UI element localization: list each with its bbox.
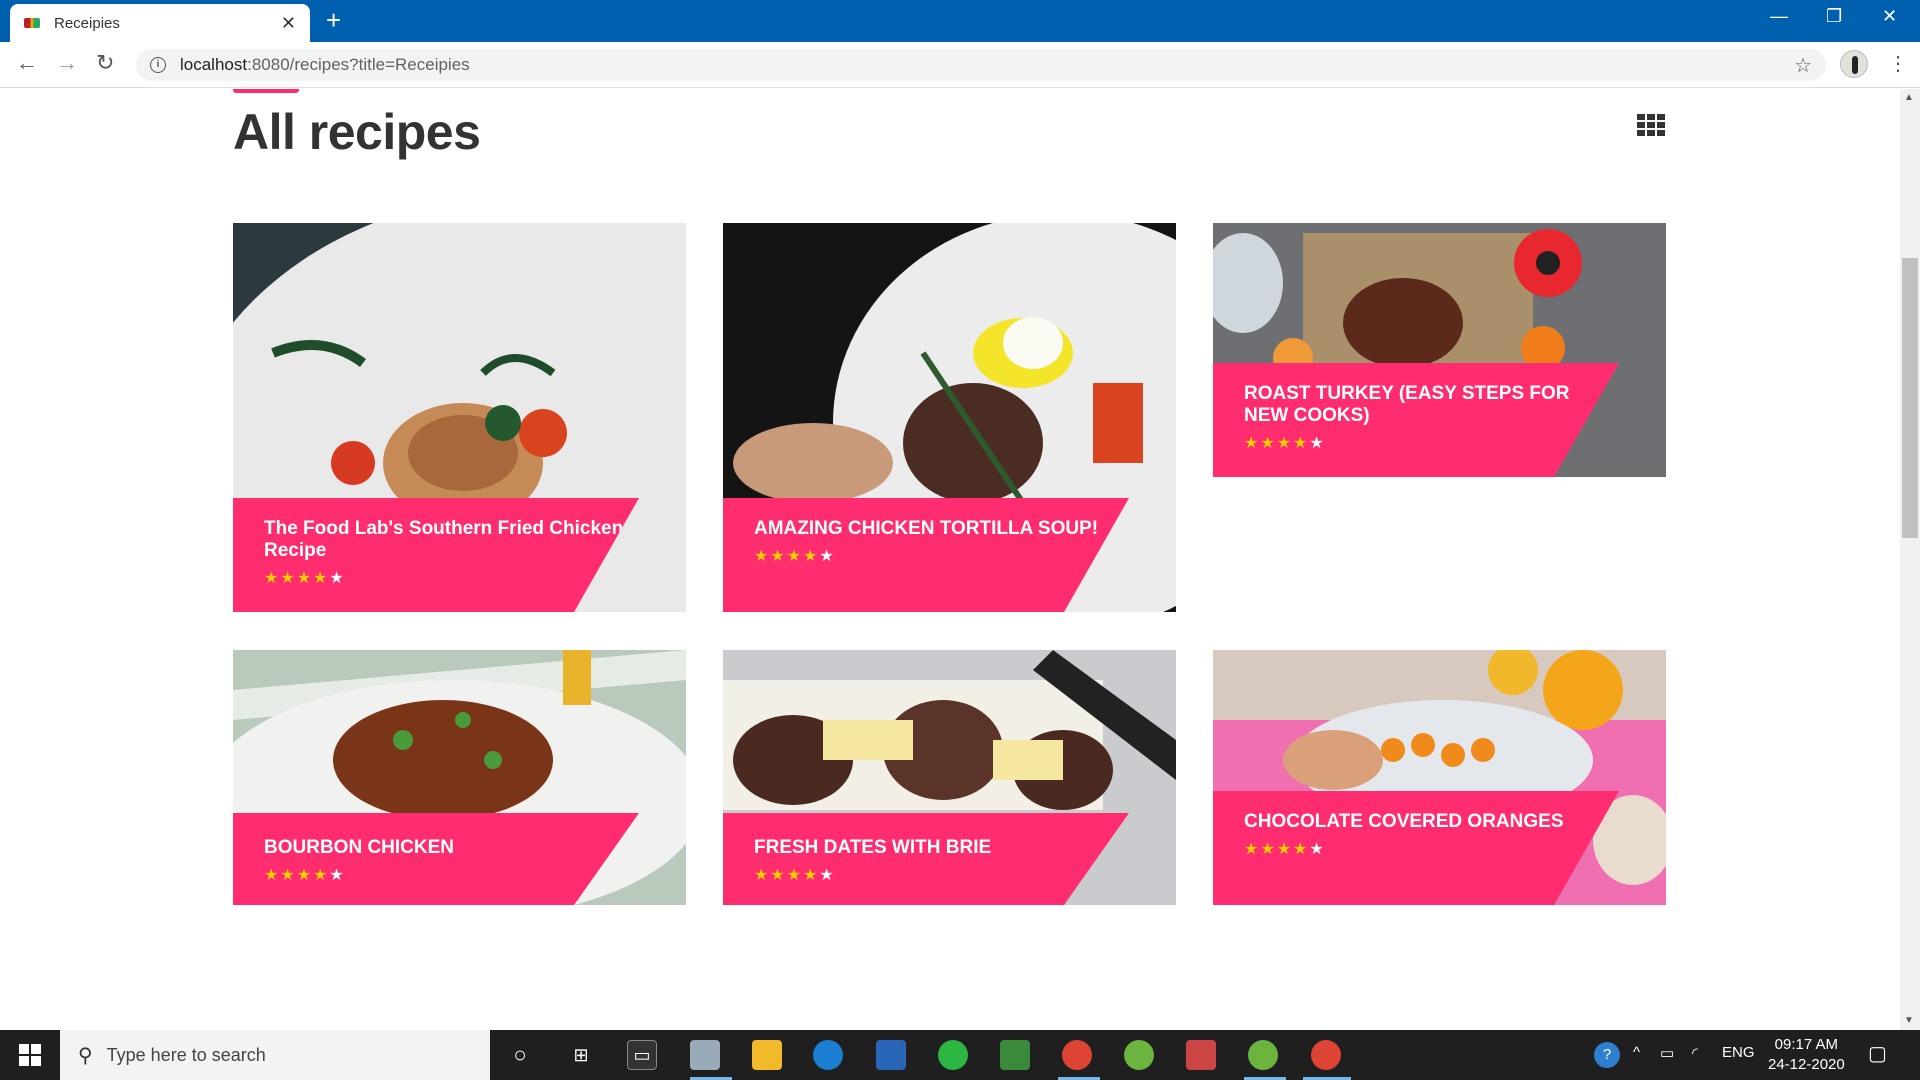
chrome-icon[interactable] [1311,1040,1341,1070]
recipe-title[interactable]: BOURBON CHICKEN [264,837,639,859]
browser-toolbar: ← → ↻ i localhost:8080/recipes?title=Rec… [0,42,1920,88]
browser-menu-icon[interactable]: ⋮ [1888,51,1908,76]
recipe-card[interactable]: The Food Lab's Southern Fried Chicken Re… [233,223,686,612]
recipe-rating: ★★★★★ [1244,841,1326,858]
recipe-rating: ★★★★★ [1244,435,1326,452]
recipe-title[interactable]: CHOCOLATE COVERED ORANGES [1244,811,1619,833]
search-icon: ⚲ [78,1044,93,1067]
whatsapp-icon[interactable] [938,1040,968,1070]
reload-button[interactable]: ↻ [96,50,114,76]
scroll-down-icon[interactable]: ▼ [1904,1015,1914,1026]
windows-logo-icon [19,1044,41,1066]
site-info-icon[interactable]: i [150,57,166,73]
recipe-banner: FRESH DATES WITH BRIE ★★★★★ [723,813,1129,905]
profile-avatar[interactable] [1840,50,1868,78]
close-window-button[interactable]: ✕ [1882,6,1897,27]
recipe-banner: CHOCOLATE COVERED ORANGES ★★★★★ [1213,791,1619,905]
tab-title: Receipies [54,14,120,32]
restore-button[interactable]: ❐ [1826,6,1842,27]
file-explorer-icon[interactable] [752,1040,782,1070]
terminal-icon[interactable]: ▭ [627,1040,657,1070]
close-tab-icon[interactable]: ✕ [281,13,296,34]
page-scrollbar[interactable] [1900,89,1920,1030]
bookmark-star-icon[interactable]: ☆ [1794,53,1812,78]
chrome-icon[interactable] [1062,1040,1092,1070]
browser-tab[interactable]: Receipies ✕ [10,4,310,42]
recipe-rating: ★★★★★ [754,867,836,884]
minimize-button[interactable]: — [1770,6,1788,27]
clock[interactable]: 09:17 AM 24-12-2020 [1768,1035,1845,1075]
edge-icon[interactable] [813,1040,843,1070]
page-title: All recipes [233,104,481,160]
grid-view-icon[interactable] [1637,114,1665,136]
recipe-banner: ROAST TURKEY (EASY STEPS FOR NEW COOKS) … [1213,363,1619,477]
store-icon[interactable] [876,1040,906,1070]
paint-icon[interactable] [1186,1040,1216,1070]
recipe-rating: ★★★★★ [264,570,346,587]
back-button[interactable]: ← [16,50,38,76]
forward-button[interactable]: → [56,50,78,76]
recipe-title[interactable]: ROAST TURKEY (EASY STEPS FOR NEW COOKS) [1244,383,1619,427]
task-view-icon[interactable]: ⊞ [566,1040,596,1070]
start-button[interactable] [0,1030,60,1080]
address-bar[interactable]: i localhost:8080/recipes?title=Receipies… [136,49,1826,81]
photos-icon[interactable] [690,1040,720,1070]
recipe-banner: BOURBON CHICKEN ★★★★★ [233,813,639,905]
help-icon[interactable]: ? [1594,1042,1620,1068]
recipe-card[interactable]: BOURBON CHICKEN ★★★★★ [233,650,686,905]
recipe-title[interactable]: The Food Lab's Southern Fried Chicken Re… [264,518,639,562]
recipe-card[interactable]: CHOCOLATE COVERED ORANGES ★★★★★ [1213,650,1666,905]
recipe-banner: The Food Lab's Southern Fried Chicken Re… [233,498,639,612]
accent-bar [233,89,299,93]
language-indicator[interactable]: ENG [1722,1044,1755,1061]
notifications-icon[interactable]: ▢ [1868,1041,1887,1066]
cortana-icon[interactable]: ○ [505,1040,535,1070]
browser-titlebar: Receipies ✕ + — ❐ ✕ [0,0,1920,42]
scroll-up-icon[interactable]: ▲ [1904,92,1914,103]
wifi-icon[interactable]: ◜ [1692,1044,1698,1062]
recipe-card[interactable]: ROAST TURKEY (EASY STEPS FOR NEW COOKS) … [1213,223,1666,477]
search-placeholder: Type here to search [106,1044,266,1065]
recipe-title[interactable]: FRESH DATES WITH BRIE [754,837,1129,859]
spring-icon[interactable] [1248,1040,1278,1070]
taskbar-search[interactable]: ⚲ Type here to search [60,1030,490,1080]
recipe-card[interactable]: FRESH DATES WITH BRIE ★★★★★ [723,650,1176,905]
scrollbar-thumb[interactable] [1902,258,1918,538]
windows-taskbar: ⚲ Type here to search ○ ⊞ ▭ ? ^ ▭ ◜ ENG … [0,1030,1920,1080]
battery-icon[interactable]: ▭ [1660,1044,1674,1062]
favicon-icon [24,18,40,28]
recipe-rating: ★★★★★ [264,867,346,884]
recipe-title[interactable]: AMAZING CHICKEN TORTILLA SOUP! [754,518,1129,540]
spring-icon[interactable] [1124,1040,1154,1070]
recipe-banner: AMAZING CHICKEN TORTILLA SOUP! ★★★★★ [723,498,1129,612]
app-icon[interactable] [1000,1040,1030,1070]
page-content: All recipes The Food Lab's Southern Frie… [0,89,1900,1030]
chevron-up-icon[interactable]: ^ [1633,1044,1640,1061]
url-text[interactable]: localhost:8080/recipes?title=Receipies [180,55,470,75]
new-tab-button[interactable]: + [326,6,341,34]
recipe-card[interactable]: AMAZING CHICKEN TORTILLA SOUP! ★★★★★ [723,223,1176,612]
recipe-rating: ★★★★★ [754,548,836,565]
